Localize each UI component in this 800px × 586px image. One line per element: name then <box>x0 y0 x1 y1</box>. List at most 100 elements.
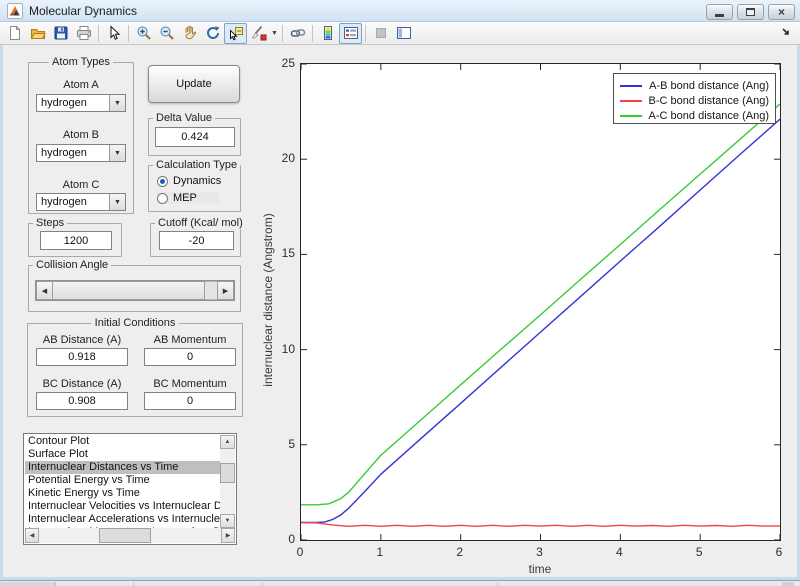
dock-figure-icon <box>396 27 411 39</box>
zoom-in-button[interactable] <box>132 23 155 44</box>
zoom-out-icon <box>160 26 174 40</box>
close-button[interactable]: × <box>768 4 795 20</box>
list-item[interactable]: Internuclear Distances vs Time <box>25 461 220 474</box>
list-item[interactable]: Surface Plot <box>25 448 220 461</box>
tick-label: 6 <box>775 545 783 559</box>
ab-distance-field[interactable] <box>36 348 128 366</box>
minimize-button[interactable] <box>706 4 733 20</box>
legend-line-sample <box>620 99 642 102</box>
bc-distance-field[interactable] <box>36 392 128 410</box>
toolbar-separator <box>365 24 366 42</box>
brush-dropdown-icon[interactable]: ▼ <box>270 30 279 37</box>
plot-legend[interactable]: A-B bond distance (Ang) B-C bond distanc… <box>613 73 776 124</box>
plot-type-listbox[interactable]: Contour Plot Surface Plot Internuclear Dis… <box>23 433 237 545</box>
radio-mep-label: MEP <box>173 192 197 204</box>
horizontal-scroll-thumb[interactable] <box>99 528 151 543</box>
update-button[interactable]: Update <box>148 65 240 103</box>
save-figure-button[interactable] <box>49 23 72 44</box>
vertical-scroll-thumb[interactable] <box>220 463 235 483</box>
radio-dynamics[interactable]: Dynamics <box>157 175 221 187</box>
slider-left-arrow-icon[interactable]: ◀ <box>36 281 53 300</box>
slider-thumb[interactable] <box>53 281 205 300</box>
insert-colorbar-button[interactable] <box>316 23 339 44</box>
list-item[interactable]: Kinetic Energy vs Time <box>25 487 220 500</box>
close-icon: × <box>777 5 785 19</box>
ab-momentum-label: AB Momentum <box>153 334 227 346</box>
minimize-icon <box>715 14 724 17</box>
legend-entry: A-B bond distance (Ang) <box>620 78 769 93</box>
delta-value-title: Delta Value <box>153 112 216 124</box>
taskbar-divider <box>133 582 134 586</box>
scroll-right-icon[interactable]: ▶ <box>221 528 235 543</box>
series-line-2 <box>301 103 780 506</box>
tick-label: 4 <box>615 545 623 559</box>
show-plot-tools-dock-button[interactable] <box>392 23 415 44</box>
horizontal-scrollbar[interactable]: ◀ ▶ <box>25 528 235 543</box>
open-folder-icon <box>30 29 46 39</box>
insert-legend-button[interactable] <box>339 22 362 44</box>
pan-button[interactable] <box>178 23 201 44</box>
atom-types-panel: Atom Types Atom A hydrogen ▼ Atom B hydr… <box>28 56 134 214</box>
atom-c-value: hydrogen <box>41 196 87 208</box>
rotate-3d-button[interactable] <box>201 23 224 44</box>
atom-a-dropdown[interactable]: hydrogen ▼ <box>36 94 126 112</box>
legend-icon <box>343 27 358 39</box>
atom-b-dropdown[interactable]: hydrogen ▼ <box>36 144 126 162</box>
brush-button[interactable] <box>247 23 270 44</box>
atom-types-title: Atom Types <box>49 56 113 68</box>
maximize-button[interactable] <box>737 4 764 20</box>
rotate-3d-icon <box>206 26 220 39</box>
cutoff-field[interactable] <box>159 231 234 250</box>
slider-right-arrow-icon[interactable]: ▶ <box>217 281 234 300</box>
chevron-down-icon: ▼ <box>109 145 125 161</box>
list-item[interactable]: Potential Energy vs Time <box>25 474 220 487</box>
bc-momentum-field[interactable] <box>144 392 236 410</box>
titlebar[interactable]: Molecular Dynamics × <box>0 0 800 22</box>
taskbar-divider <box>497 582 498 586</box>
scroll-down-icon[interactable]: ▼ <box>220 514 235 528</box>
print-figure-button[interactable] <box>72 23 95 44</box>
colorbar-icon <box>323 26 332 40</box>
data-cursor-button[interactable] <box>224 22 247 44</box>
hand-pan-icon <box>185 25 196 40</box>
toolbar-separator <box>312 24 313 42</box>
x-axis-label: time <box>528 562 552 576</box>
scroll-left-icon[interactable]: ◀ <box>25 528 39 543</box>
new-figure-button[interactable] <box>3 23 26 44</box>
link-plots-button[interactable] <box>286 23 309 44</box>
dock-window-arrow-icon[interactable] <box>781 27 793 39</box>
legend-label: B-C bond distance (Ang) <box>648 94 769 107</box>
list-item[interactable]: Contour Plot <box>25 435 220 448</box>
chain-link-icon <box>290 29 305 37</box>
ab-momentum-field[interactable] <box>144 348 236 366</box>
open-file-button[interactable] <box>26 23 49 44</box>
atom-c-dropdown[interactable]: hydrogen ▼ <box>36 193 126 211</box>
vertical-scrollbar[interactable]: ▲ ▼ <box>220 435 235 528</box>
tick-label: 25 <box>281 56 295 70</box>
figure-canvas: Atom Types Atom A hydrogen ▼ Atom B hydr… <box>3 45 797 577</box>
steps-field[interactable] <box>40 231 112 250</box>
series-line-0 <box>301 118 780 524</box>
atom-b-value: hydrogen <box>41 147 87 159</box>
series-line-1 <box>301 521 780 528</box>
new-document-icon <box>9 26 20 40</box>
scroll-up-icon[interactable]: ▲ <box>220 435 235 449</box>
steps-title: Steps <box>33 217 68 229</box>
radio-mep[interactable]: MEP <box>157 192 219 204</box>
calculation-type-title: Calculation Type <box>153 159 241 171</box>
zoom-out-button[interactable] <box>155 23 178 44</box>
list-item[interactable]: Internuclear Accelerations vs Internucle… <box>25 513 220 526</box>
chevron-down-icon: ▼ <box>109 95 125 111</box>
figure-toolbar: ▼ <box>0 22 800 45</box>
radio-dynamics-label: Dynamics <box>173 175 222 187</box>
edit-plot-button[interactable] <box>102 23 125 44</box>
list-item[interactable]: Internuclear Velocities vs Internuclear … <box>25 500 220 513</box>
legend-label: A-B bond distance (Ang) <box>649 79 769 92</box>
tick-label: 3 <box>536 545 543 559</box>
tick-label: 0 <box>296 545 304 559</box>
plot-area[interactable] <box>300 63 781 541</box>
collision-angle-slider[interactable]: ◀ ▶ <box>35 280 235 301</box>
delta-value-field[interactable] <box>155 127 235 147</box>
taskbar-start-segment <box>0 582 56 586</box>
calculation-type-panel: Calculation Type Dynamics MEP <box>148 159 241 212</box>
